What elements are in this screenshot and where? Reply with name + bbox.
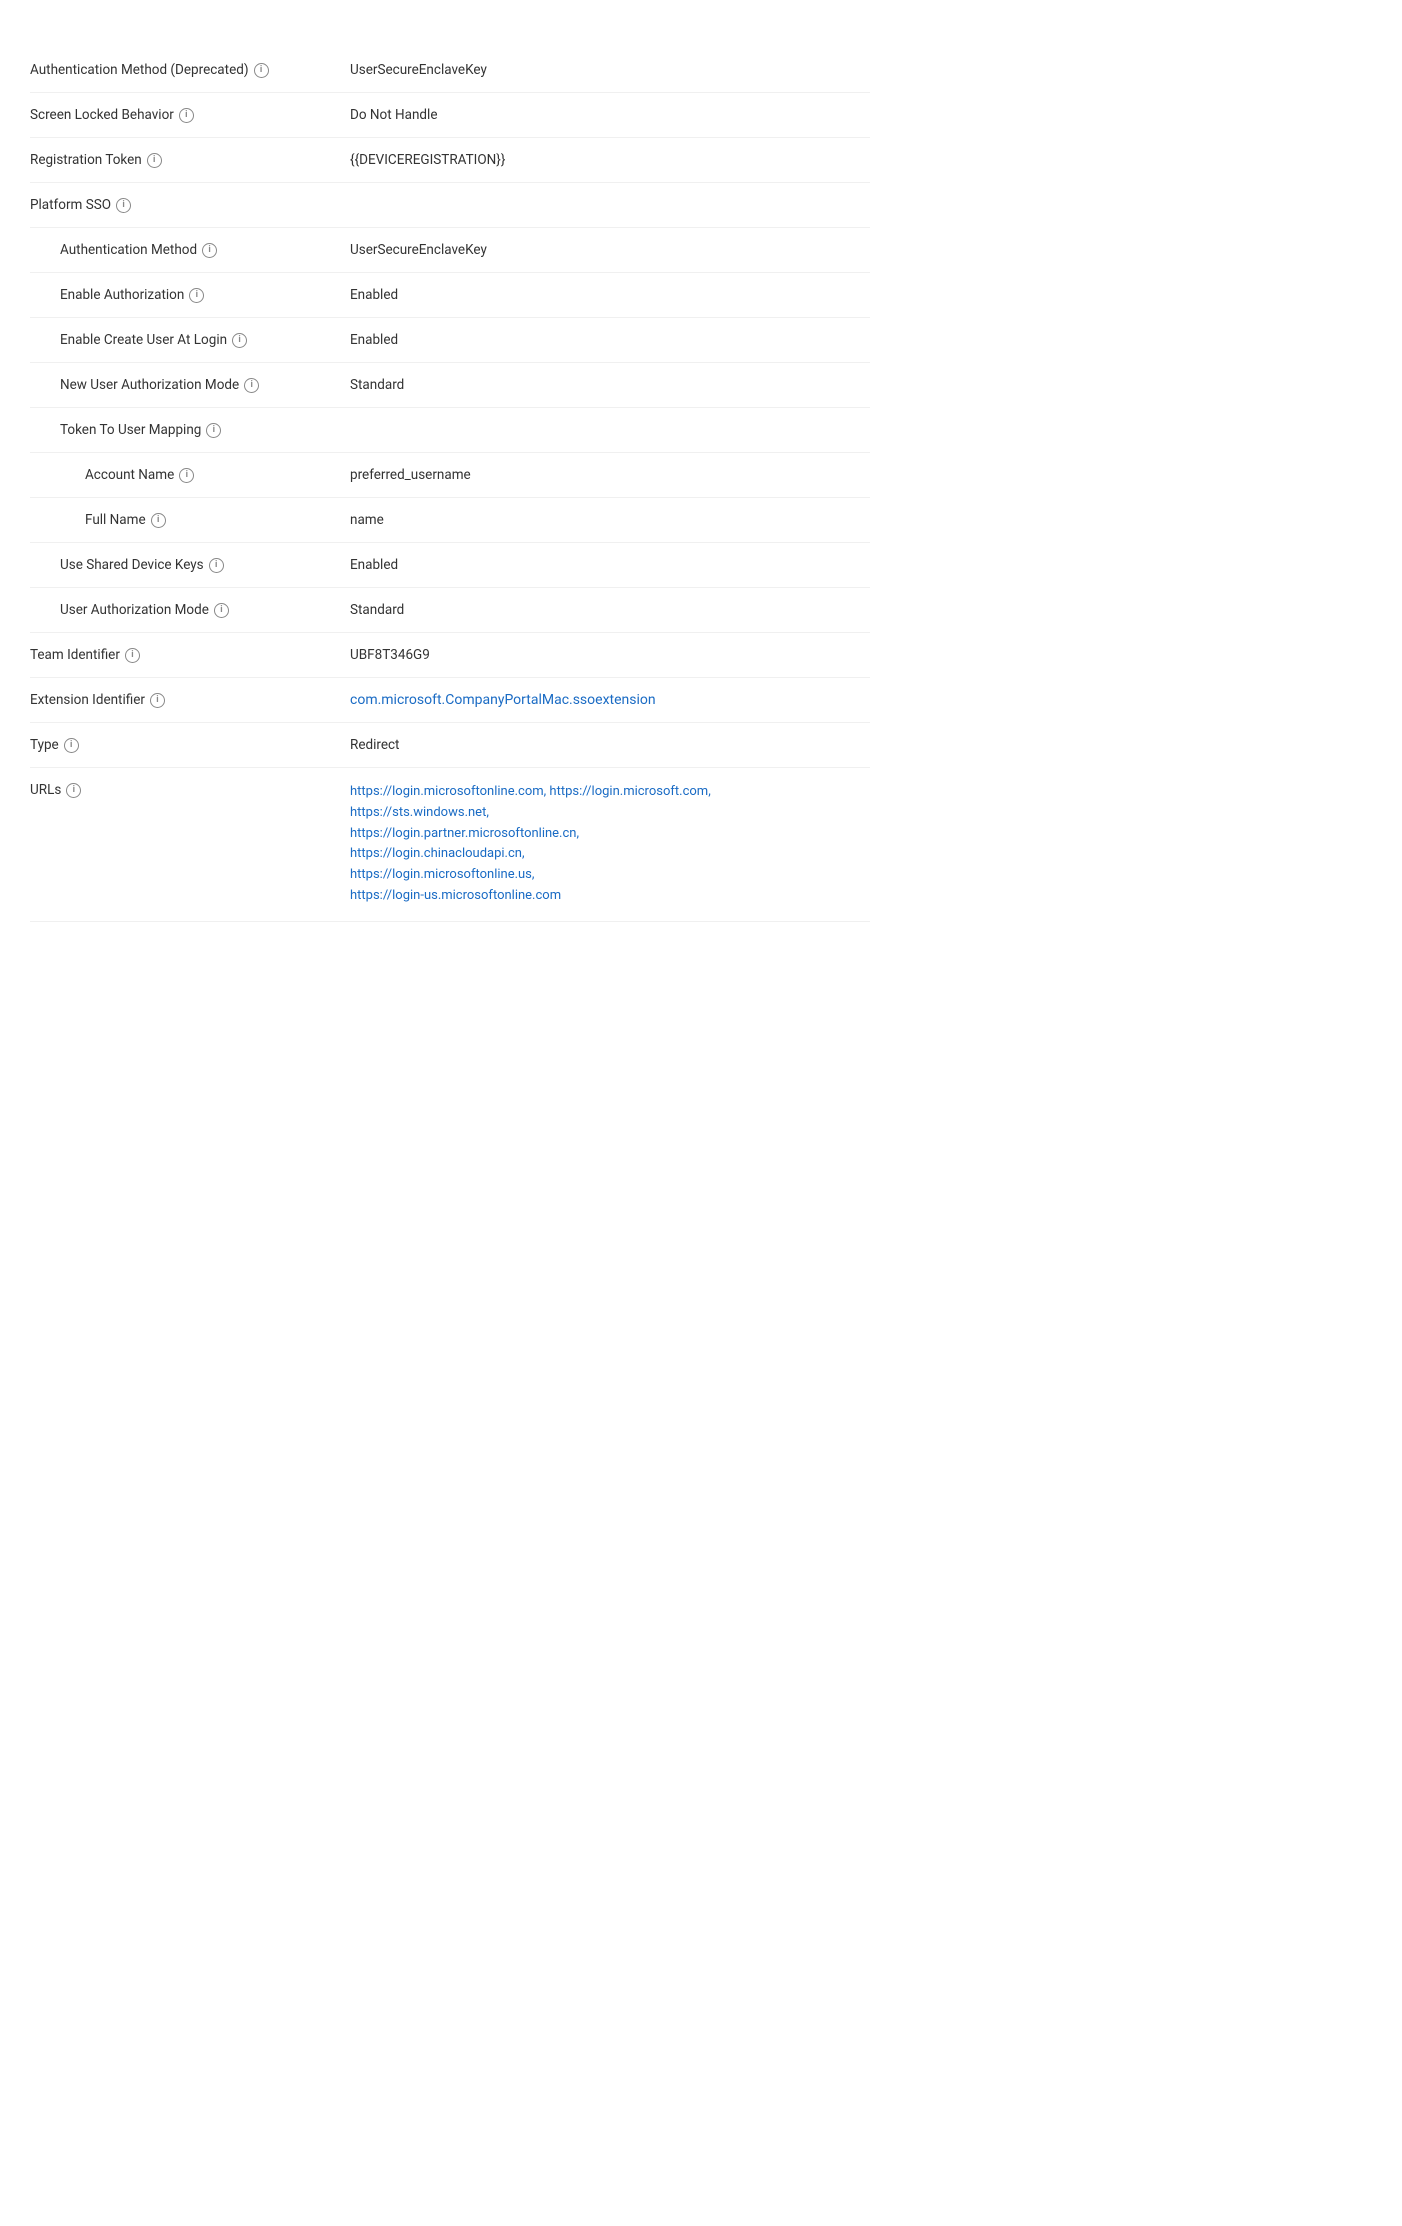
field-label-enable-create-user-at-login: Enable Create User At Logini: [30, 332, 350, 348]
field-value-team-identifier: UBF8T346G9: [350, 647, 870, 663]
field-row-type: TypeiRedirect: [30, 723, 870, 768]
field-value-extension-identifier: com.microsoft.CompanyPortalMac.ssoextens…: [350, 692, 656, 708]
field-label-enable-authorization: Enable Authorizationi: [30, 287, 350, 303]
field-label-full-name: Full Namei: [30, 512, 350, 528]
info-icon-auth-method-deprecated[interactable]: i: [254, 63, 269, 78]
field-label-user-authorization-mode: User Authorization Modei: [30, 602, 350, 618]
field-label-account-name: Account Namei: [30, 467, 350, 483]
field-row-urls: URLsihttps://login.microsoftonline.com, …: [30, 768, 870, 922]
info-icon-screen-locked-behavior[interactable]: i: [179, 108, 194, 123]
field-value-full-name: name: [350, 512, 870, 528]
info-icon-team-identifier[interactable]: i: [125, 648, 140, 663]
field-value-new-user-authorization-mode: Standard: [350, 377, 870, 393]
field-value-screen-locked-behavior: Do Not Handle: [350, 107, 870, 123]
field-row-platform-sso: Platform SSOi: [30, 183, 870, 228]
field-label-token-to-user-mapping: Token To User Mappingi: [30, 422, 350, 438]
field-row-auth-method-deprecated: Authentication Method (Deprecated)iUserS…: [30, 48, 870, 93]
field-value-enable-create-user-at-login: Enabled: [350, 332, 870, 348]
field-row-registration-token: Registration Tokeni{{DEVICEREGISTRATION}…: [30, 138, 870, 183]
field-row-account-name: Account Nameipreferred_username: [30, 453, 870, 498]
field-label-platform-sso: Platform SSOi: [30, 197, 350, 213]
field-label-extension-identifier: Extension Identifieri: [30, 692, 350, 708]
info-icon-enable-authorization[interactable]: i: [189, 288, 204, 303]
field-value-registration-token: {{DEVICEREGISTRATION}}: [350, 152, 870, 168]
info-icon-registration-token[interactable]: i: [147, 153, 162, 168]
field-label-registration-token: Registration Tokeni: [30, 152, 350, 168]
field-row-enable-authorization: Enable AuthorizationiEnabled: [30, 273, 870, 318]
field-value-type: Redirect: [350, 737, 870, 753]
field-row-user-authorization-mode: User Authorization ModeiStandard: [30, 588, 870, 633]
field-label-use-shared-device-keys: Use Shared Device Keysi: [30, 557, 350, 573]
field-row-token-to-user-mapping: Token To User Mappingi: [30, 408, 870, 453]
field-value-auth-method-deprecated: UserSecureEnclaveKey: [350, 62, 870, 78]
info-icon-platform-sso[interactable]: i: [116, 198, 131, 213]
info-icon-user-authorization-mode[interactable]: i: [214, 603, 229, 618]
field-label-auth-method: Authentication Methodi: [30, 242, 350, 258]
field-value-use-shared-device-keys: Enabled: [350, 557, 870, 573]
fields-container: Authentication Method (Deprecated)iUserS…: [30, 48, 870, 922]
field-label-auth-method-deprecated: Authentication Method (Deprecated)i: [30, 62, 350, 78]
field-value-user-authorization-mode: Standard: [350, 602, 870, 618]
field-row-auth-method: Authentication MethodiUserSecureEnclaveK…: [30, 228, 870, 273]
field-row-screen-locked-behavior: Screen Locked BehavioriDo Not Handle: [30, 93, 870, 138]
field-value-auth-method: UserSecureEnclaveKey: [350, 242, 870, 258]
info-icon-type[interactable]: i: [64, 738, 79, 753]
field-row-new-user-authorization-mode: New User Authorization ModeiStandard: [30, 363, 870, 408]
field-row-full-name: Full Nameiname: [30, 498, 870, 543]
field-row-use-shared-device-keys: Use Shared Device KeysiEnabled: [30, 543, 870, 588]
field-label-urls: URLsi: [30, 782, 350, 798]
info-icon-full-name[interactable]: i: [151, 513, 166, 528]
info-icon-new-user-authorization-mode[interactable]: i: [244, 378, 259, 393]
field-value-urls: https://login.microsoftonline.com, https…: [350, 782, 711, 907]
field-row-enable-create-user-at-login: Enable Create User At LoginiEnabled: [30, 318, 870, 363]
info-icon-token-to-user-mapping[interactable]: i: [206, 423, 221, 438]
info-icon-use-shared-device-keys[interactable]: i: [209, 558, 224, 573]
info-icon-extension-identifier[interactable]: i: [150, 693, 165, 708]
info-icon-account-name[interactable]: i: [179, 468, 194, 483]
info-icon-urls[interactable]: i: [66, 783, 81, 798]
field-row-team-identifier: Team IdentifieriUBF8T346G9: [30, 633, 870, 678]
field-value-enable-authorization: Enabled: [350, 287, 870, 303]
field-row-extension-identifier: Extension Identifiericom.microsoft.Compa…: [30, 678, 870, 723]
info-icon-enable-create-user-at-login[interactable]: i: [232, 333, 247, 348]
field-label-type: Typei: [30, 737, 350, 753]
info-icon-auth-method[interactable]: i: [202, 243, 217, 258]
field-label-team-identifier: Team Identifieri: [30, 647, 350, 663]
field-value-account-name: preferred_username: [350, 467, 870, 483]
field-label-new-user-authorization-mode: New User Authorization Modei: [30, 377, 350, 393]
field-label-screen-locked-behavior: Screen Locked Behaviori: [30, 107, 350, 123]
